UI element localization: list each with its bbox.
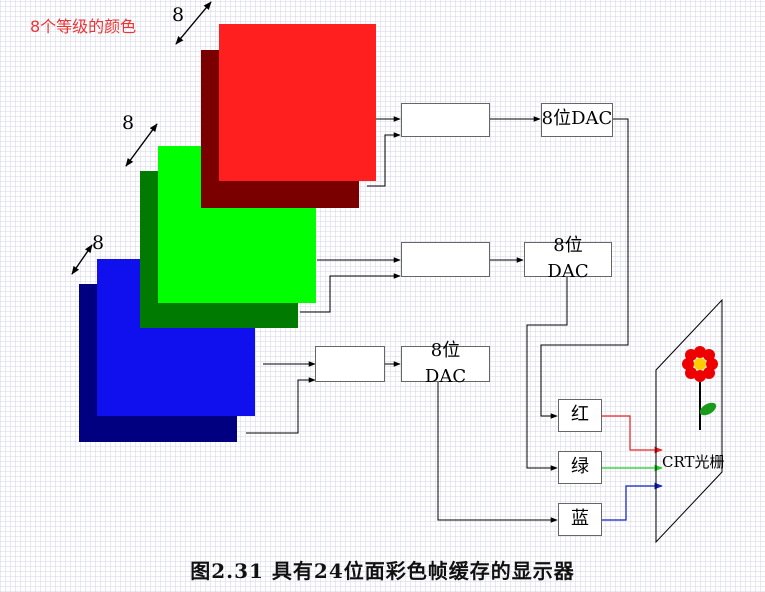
wiring-diagram <box>71 1 723 544</box>
green-dac-label-bottom: DAC <box>547 261 589 282</box>
blue-dac-label-top: 8位 <box>430 340 461 361</box>
red-channel-label: 红 <box>571 404 589 425</box>
green-dac-label-top: 8位 <box>553 235 583 256</box>
green-bit-depth-label: 8 <box>122 112 135 134</box>
flower-icon <box>682 346 718 430</box>
blue-dac-label-bottom: DAC <box>424 366 467 387</box>
blue-channel-label: 蓝 <box>571 508 589 529</box>
figure-caption: 图2.31 具有24位面彩色帧缓存的显示器 <box>190 559 575 583</box>
green-lut-box <box>401 242 490 277</box>
red-lut-box <box>401 103 490 137</box>
red-dac-label: 8位DAC <box>541 108 613 129</box>
blue-bit-depth-label: 8 <box>92 232 105 254</box>
crt-raster-label: CRT光栅 <box>662 453 725 471</box>
green-channel-label: 绿 <box>571 456 589 477</box>
blue-lut-box <box>315 346 385 382</box>
red-bit-depth-label: 8 <box>172 4 185 26</box>
